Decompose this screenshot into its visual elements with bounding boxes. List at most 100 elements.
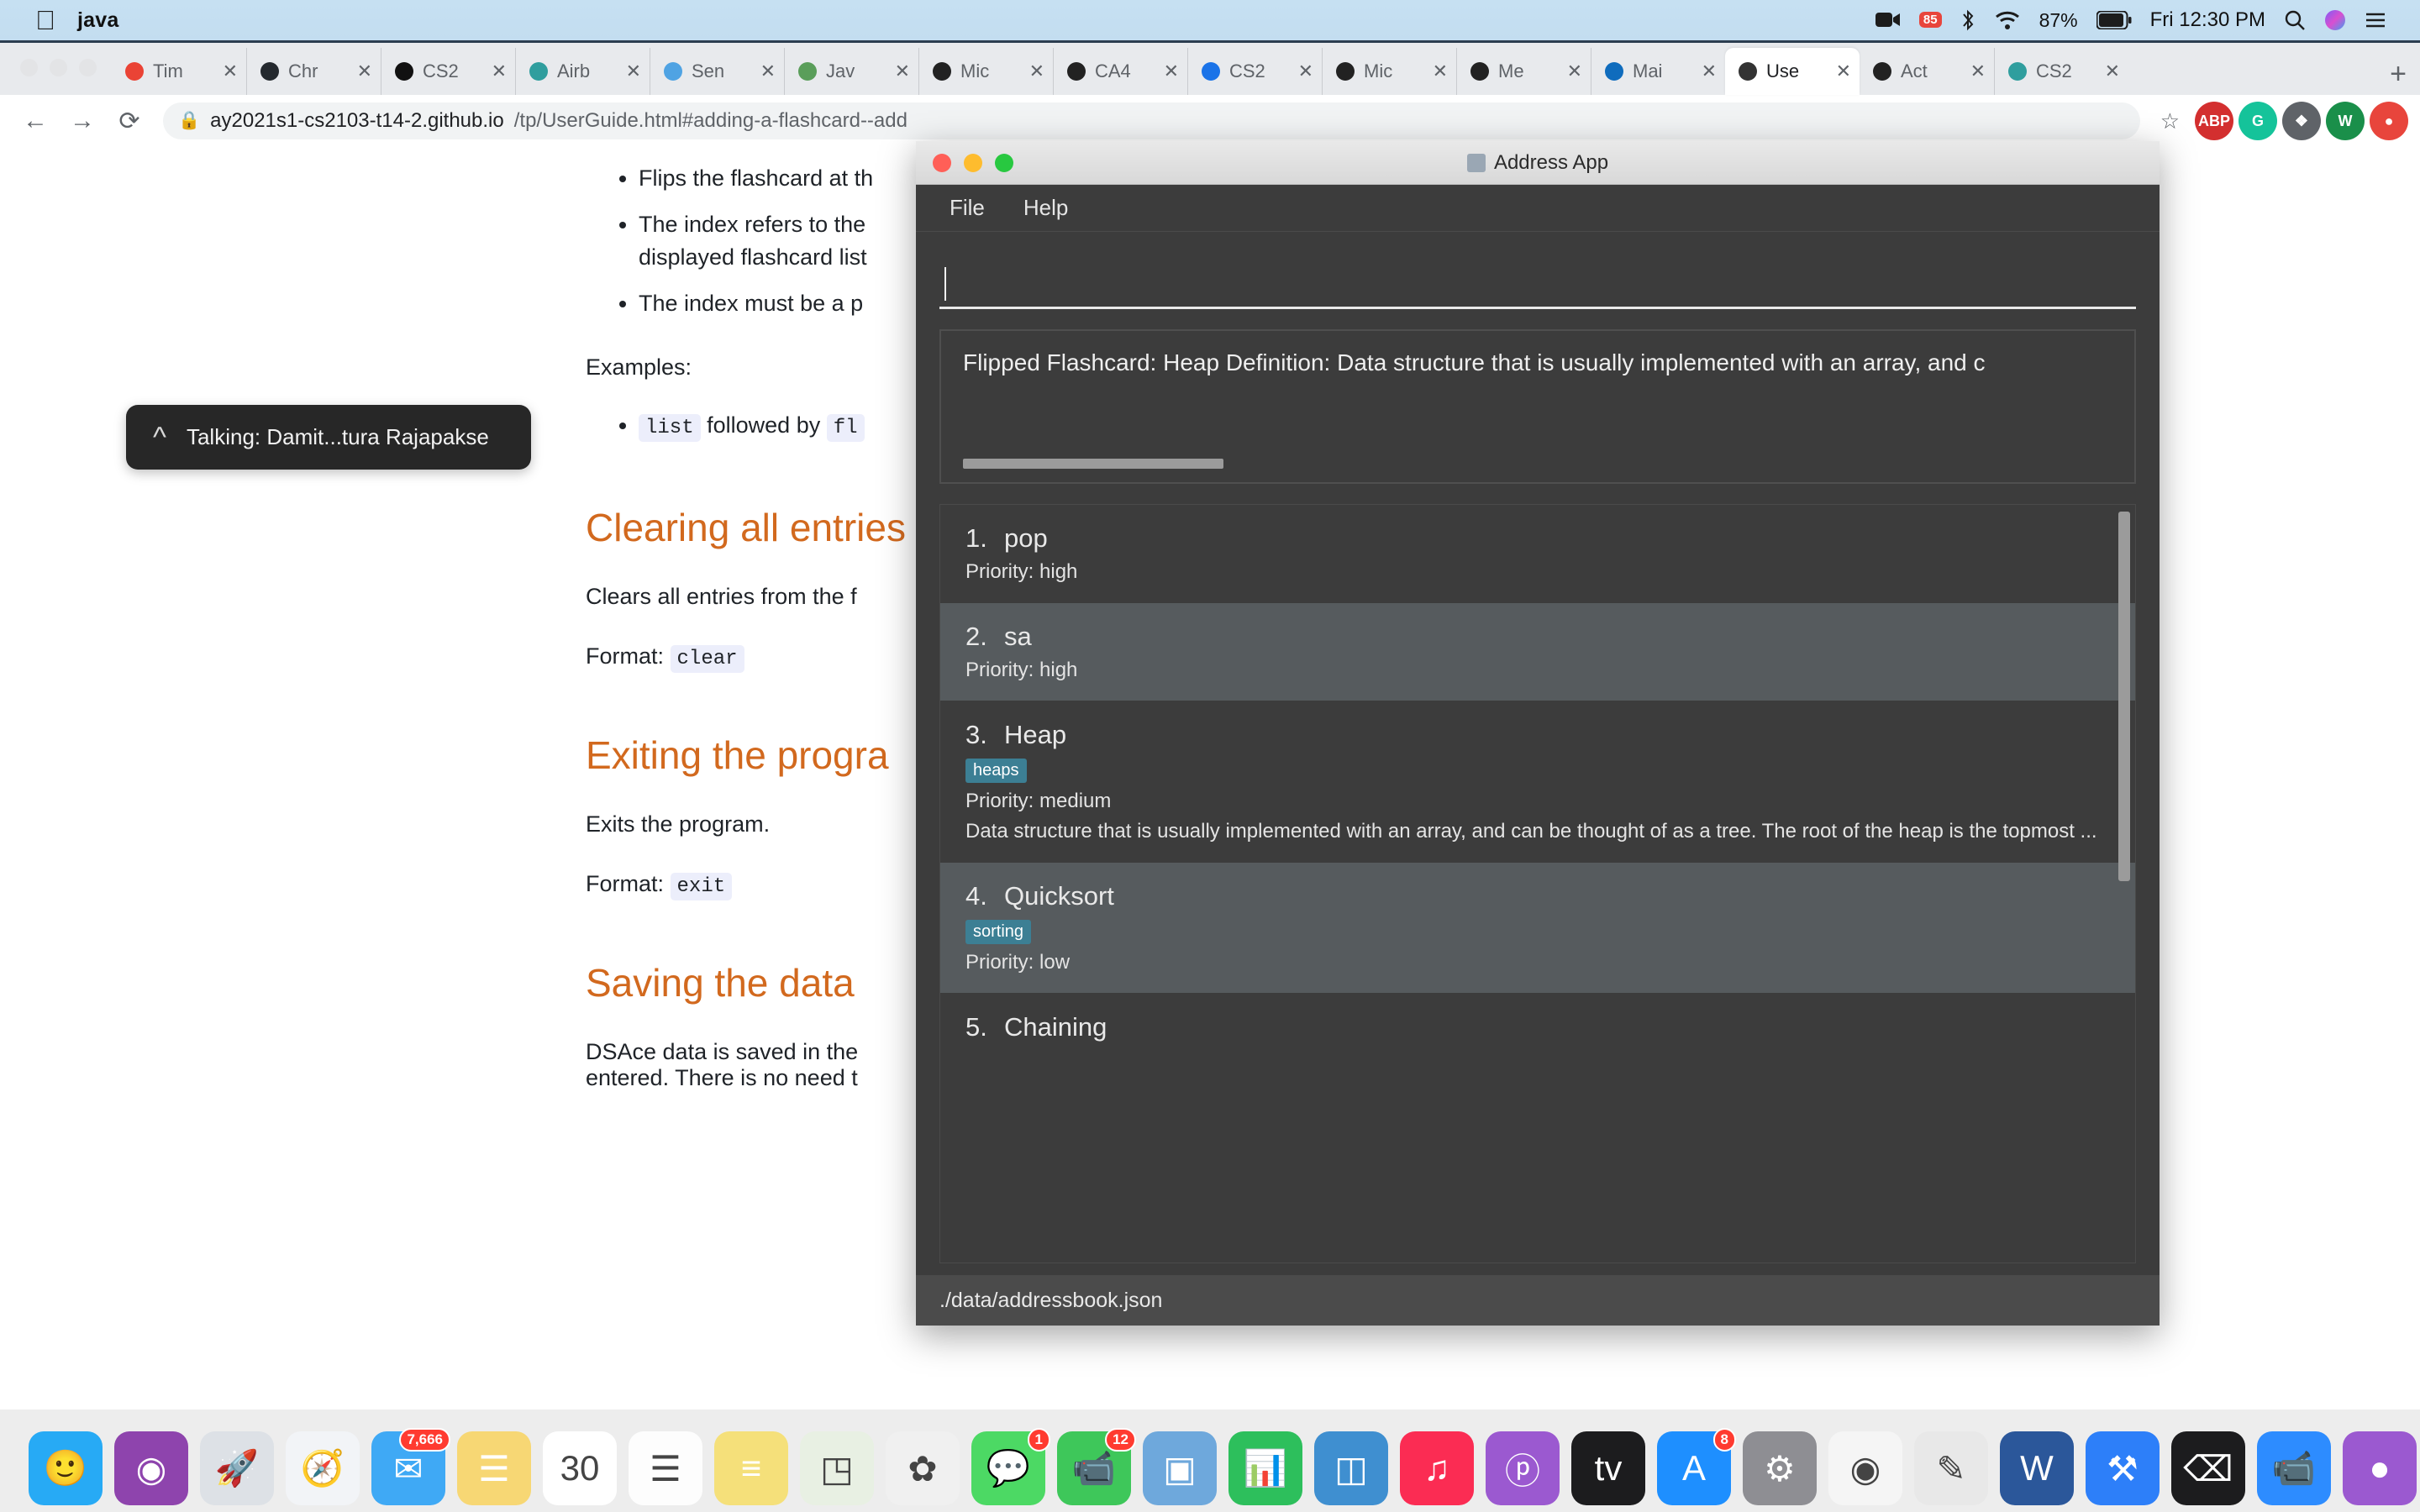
siri-icon[interactable] xyxy=(2324,9,2346,31)
flashcard-list-item[interactable]: 1. pop Priority: high xyxy=(940,505,2135,603)
photos-icon[interactable]: ✿ xyxy=(886,1431,960,1505)
browser-tab[interactable]: Sen ✕ xyxy=(650,48,784,95)
flashcard-list-item[interactable]: 4. Quicksort sorting Priority: low xyxy=(940,863,2135,994)
tab-close-icon[interactable]: ✕ xyxy=(892,60,910,82)
grammarly-ext[interactable]: G xyxy=(2238,102,2277,140)
browser-window-controls[interactable] xyxy=(13,43,112,95)
record-ext[interactable]: ● xyxy=(2370,102,2408,140)
browser-tab[interactable]: Mic ✕ xyxy=(918,48,1053,95)
scrollbar-thumb[interactable] xyxy=(963,459,1223,469)
wifi-icon[interactable] xyxy=(1994,10,2021,30)
settings-icon[interactable]: ⚙ xyxy=(1743,1431,1817,1505)
tab-close-icon[interactable]: ✕ xyxy=(1967,60,1986,82)
tab-close-icon[interactable]: ✕ xyxy=(1564,60,1582,82)
browser-tab[interactable]: CS2 ✕ xyxy=(1187,48,1322,95)
keynote-icon[interactable]: ◫ xyxy=(1314,1431,1388,1505)
tab-close-icon[interactable]: ✕ xyxy=(1429,60,1448,82)
close-window-button[interactable] xyxy=(20,58,38,76)
browser-tab[interactable]: CS2 ✕ xyxy=(381,48,515,95)
calendar-icon[interactable]: 30 xyxy=(543,1431,617,1505)
bookmark-star-icon[interactable]: ☆ xyxy=(2150,108,2190,134)
podcast3-icon[interactable]: ● xyxy=(2343,1431,2417,1505)
format-code: clear xyxy=(670,645,744,674)
mail-icon[interactable]: ✉ 7,666 xyxy=(371,1428,450,1505)
new-tab-button[interactable]: + xyxy=(2378,60,2420,95)
browser-tab[interactable]: Me ✕ xyxy=(1456,48,1591,95)
notes-icon[interactable]: ☰ xyxy=(457,1431,531,1505)
numbers-icon[interactable]: 📊 xyxy=(1228,1431,1302,1505)
browser-tab[interactable]: Chr ✕ xyxy=(246,48,381,95)
flashcard-list-item[interactable]: 3. Heap heaps Priority: medium Data structur… xyxy=(940,701,2135,863)
photobooth-icon[interactable]: ▣ xyxy=(1143,1431,1217,1505)
podcast2-icon[interactable]: ⓟ xyxy=(1486,1431,1560,1505)
browser-tab[interactable]: Jav ✕ xyxy=(784,48,918,95)
address-app-title-bar[interactable]: Address App xyxy=(916,141,2160,185)
tab-close-icon[interactable]: ✕ xyxy=(488,60,507,82)
puzzle-ext[interactable]: ❖ xyxy=(2282,102,2321,140)
browser-tab[interactable]: Airb ✕ xyxy=(515,48,650,95)
adblock-ext[interactable]: ABP xyxy=(2195,102,2233,140)
word-icon[interactable]: W xyxy=(2000,1431,2074,1505)
tab-close-icon[interactable]: ✕ xyxy=(1833,60,1851,82)
browser-tab[interactable]: Act ✕ xyxy=(1860,48,1994,95)
menu-help[interactable]: Help xyxy=(1023,195,1068,221)
tab-close-icon[interactable]: ✕ xyxy=(354,60,372,82)
tab-close-icon[interactable]: ✕ xyxy=(623,60,641,82)
command-input[interactable] xyxy=(939,260,2136,309)
menu-bar-clock[interactable]: Fri 12:30 PM xyxy=(2150,8,2265,32)
messages-icon[interactable]: 💬 1 xyxy=(971,1428,1050,1505)
result-horizontal-scrollbar[interactable] xyxy=(963,459,2099,469)
browser-tab[interactable]: CS2 ✕ xyxy=(1994,48,2128,95)
safari-icon[interactable]: 🧭 xyxy=(286,1431,360,1505)
browser-tab[interactable]: Mic ✕ xyxy=(1322,48,1456,95)
tab-close-icon[interactable]: ✕ xyxy=(2102,60,2120,82)
chrome-icon[interactable]: ◉ xyxy=(1828,1431,1902,1505)
minimize-window-button[interactable] xyxy=(50,58,67,76)
flashcard-list-item[interactable]: 2. sa Priority: high xyxy=(940,603,2135,701)
dock-icon-glyph: ⚙ xyxy=(1764,1448,1796,1488)
profile-avatar[interactable]: W xyxy=(2326,102,2365,140)
tab-close-icon[interactable]: ✕ xyxy=(1698,60,1717,82)
list-vertical-scrollbar[interactable] xyxy=(2118,512,2130,881)
tab-close-icon[interactable]: ✕ xyxy=(1295,60,1313,82)
reload-button[interactable]: ⟳ xyxy=(106,97,153,144)
maps-icon[interactable]: ◳ xyxy=(800,1431,874,1505)
chevron-up-icon[interactable]: ^ xyxy=(153,423,166,452)
control-center-icon[interactable] xyxy=(2365,10,2386,30)
tab-close-icon[interactable]: ✕ xyxy=(757,60,776,82)
menu-file[interactable]: File xyxy=(950,195,985,221)
talking-notification-toast[interactable]: ^ Talking: Damit...tura Rajapakse xyxy=(126,405,531,470)
back-button[interactable]: ← xyxy=(12,97,59,144)
finder-icon[interactable]: 🙂 xyxy=(29,1431,103,1505)
browser-tab[interactable]: Use ✕ xyxy=(1725,48,1860,95)
terminal-icon[interactable]: ⌫ xyxy=(2171,1431,2245,1505)
reminders-icon[interactable]: ☰ xyxy=(629,1431,702,1505)
browser-tab[interactable]: CA4 ✕ xyxy=(1053,48,1187,95)
bluetooth-icon[interactable] xyxy=(1960,9,1975,31)
xcode-icon[interactable]: ⚒ xyxy=(2086,1431,2160,1505)
zoom-icon[interactable]: 📹 xyxy=(2257,1431,2331,1505)
spotlight-search-icon[interactable] xyxy=(2284,9,2306,31)
notification-badge[interactable]: 85 xyxy=(1918,11,1942,28)
tab-close-icon[interactable]: ✕ xyxy=(219,60,238,82)
launchpad-icon[interactable]: 🚀 xyxy=(200,1431,274,1505)
appletv-icon[interactable]: tv xyxy=(1571,1431,1645,1505)
format-label: Format: xyxy=(586,643,665,669)
browser-tab[interactable]: Mai ✕ xyxy=(1591,48,1725,95)
battery-icon[interactable] xyxy=(2096,11,2132,29)
notes2-icon[interactable]: ≡ xyxy=(714,1431,788,1505)
tab-close-icon[interactable]: ✕ xyxy=(1160,60,1179,82)
facetime-icon[interactable]: 📹 12 xyxy=(1057,1428,1136,1505)
tab-close-icon[interactable]: ✕ xyxy=(1026,60,1044,82)
forward-button[interactable]: → xyxy=(59,97,106,144)
browser-tab[interactable]: Tim ✕ xyxy=(112,48,246,95)
maximize-window-button[interactable] xyxy=(79,58,97,76)
flashcard-list-item[interactable]: 5. Chaining xyxy=(940,994,2135,1062)
appstore-icon[interactable]: A8 xyxy=(1657,1428,1736,1505)
preview-icon[interactable]: ✎ xyxy=(1914,1431,1988,1505)
screen-recording-icon[interactable] xyxy=(1875,11,1901,29)
apple-icon[interactable]:  xyxy=(35,7,55,34)
music-icon[interactable]: ♫ xyxy=(1400,1431,1474,1505)
address-bar[interactable]: 🔒 ay2021s1-cs2103-t14-2.github.io/tp/Use… xyxy=(163,102,2140,139)
podcasts-icon[interactable]: ◉ xyxy=(114,1431,188,1505)
